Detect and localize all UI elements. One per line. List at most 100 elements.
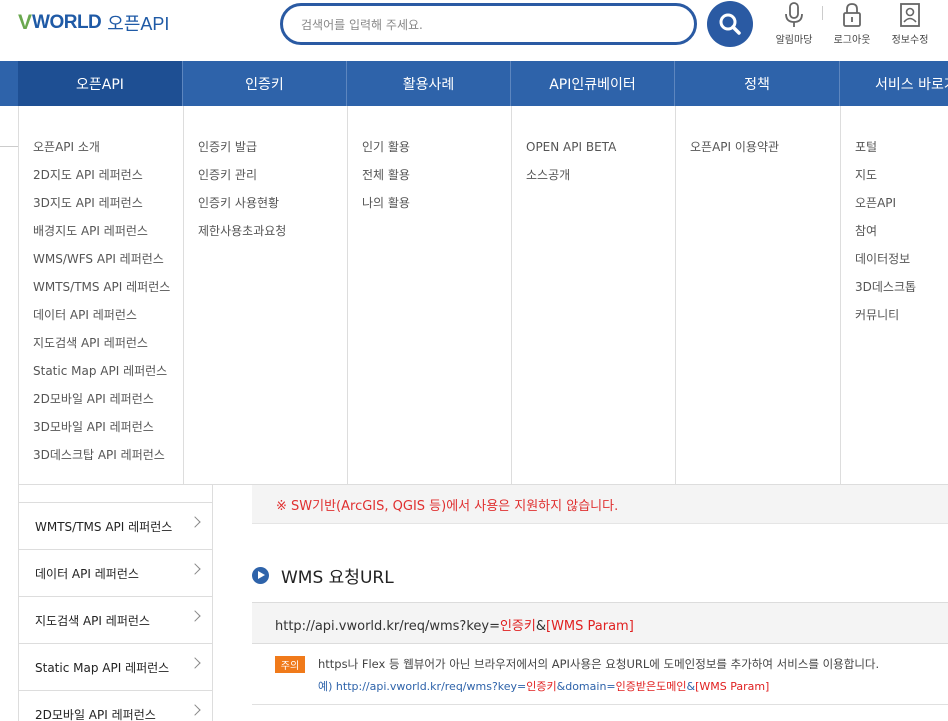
warning-box: ※ SW기반(ArcGIS, QGIS 등)에서 사용은 지원하지 않습니다. [252,485,948,524]
lock-icon [843,3,861,27]
menu-all-use[interactable]: 전체 활용 [348,167,511,195]
menu-my-use[interactable]: 나의 활용 [348,195,511,223]
nav-service-shortcut[interactable]: 서비스 바로가기 [840,61,948,106]
chevron-right-icon [189,563,201,575]
mega-col-services: 포털 지도 오픈API 참여 데이터정보 3D데스크톱 커뮤니티 [841,106,948,485]
divider [0,146,18,147]
mega-col-openapi: 오픈API 소개 2D지도 API 레퍼런스 3D지도 API 레퍼런스 배경지… [19,106,184,485]
url-param: [WMS Param] [546,619,634,634]
mega-col-auth-key: 인증키 발급 인증키 관리 인증키 사용현황 제한사용초과요청 [184,106,348,485]
nav-openapi[interactable]: 오픈API [18,61,183,106]
menu-key-issue[interactable]: 인증키 발급 [184,139,347,167]
profile-edit-button[interactable]: 정보수정 [884,0,936,48]
chevron-right-icon [189,610,201,622]
sidebar-item-label: 지도검색 API 레퍼런스 [35,613,150,628]
url-prefix: http://api.vworld.kr/req/wms?key= [275,619,500,634]
example-amp: & [686,680,696,693]
search-button[interactable] [707,1,753,47]
menu-3d-map-api[interactable]: 3D지도 API 레퍼런스 [19,195,183,223]
menu-key-manage[interactable]: 인증키 관리 [184,167,347,195]
menu-key-usage[interactable]: 인증키 사용현황 [184,195,347,223]
search-input[interactable] [301,15,681,35]
sidebar-item-label: Static Map API 레퍼런스 [35,660,170,675]
menu-open-source[interactable]: 소스공개 [512,167,675,195]
mega-menu: 오픈API 소개 2D지도 API 레퍼런스 3D지도 API 레퍼런스 배경지… [18,106,948,485]
menu-data-api[interactable]: 데이터 API 레퍼런스 [19,307,183,335]
caution-badge: 주의 [275,656,305,673]
mega-col-policy: 오픈API 이용약관 [676,106,841,485]
sidebar-item-label: 데이터 API 레퍼런스 [35,566,139,581]
logout-button[interactable]: 로그아웃 [826,0,878,48]
menu-openapi[interactable]: 오픈API [841,195,948,223]
sidebar-item-2d-mobile[interactable]: 2D모바일 API 레퍼런스 [19,690,213,721]
menu-3d-desktop[interactable]: 3D데스크톱 [841,279,948,307]
warning-text: ※ SW기반(ArcGIS, QGIS 등)에서 사용은 지원하지 않습니다. [276,499,619,514]
vworld-logo[interactable]: V WORLD 오픈API [18,8,169,38]
section-title-text: WMS 요청URL [281,567,394,588]
caution-example: 예) http://api.vworld.kr/req/wms?key=인증키&… [318,678,769,694]
menu-search-api[interactable]: 지도검색 API 레퍼런스 [19,335,183,363]
search-icon [719,13,741,35]
menu-2d-mobile-api[interactable]: 2D모바일 API 레퍼런스 [19,391,183,419]
menu-3d-mobile-api[interactable]: 3D모바일 API 레퍼런스 [19,419,183,447]
nav-api-incubator[interactable]: API인큐베이터 [511,61,675,106]
menu-portal[interactable]: 포털 [841,139,948,167]
menu-3d-desktop-api[interactable]: 3D데스크탑 API 레퍼런스 [19,447,183,475]
sidebar-item-static-map[interactable]: Static Map API 레퍼런스 [19,643,213,690]
sidebar-item-label: WMTS/TMS API 레퍼런스 [35,519,173,534]
search-box [280,3,697,45]
menu-popular-use[interactable]: 인기 활용 [348,139,511,167]
example-prefix: 예) http://api.vworld.kr/req/wms?key= [318,680,527,693]
menu-limit-exceed-request[interactable]: 제한사용초과요청 [184,223,347,251]
menu-openapi-beta[interactable]: OPEN API BETA [512,139,675,167]
header: VWORLD오픈API 알림마당 로그아웃 정보수정 [0,0,948,61]
menu-map[interactable]: 지도 [841,167,948,195]
microphone-icon [785,2,803,27]
chevron-right-icon [189,657,201,669]
menu-static-map-api[interactable]: Static Map API 레퍼런스 [19,363,183,391]
menu-2d-map-api[interactable]: 2D지도 API 레퍼런스 [19,167,183,195]
menu-base-map-api[interactable]: 배경지도 API 레퍼런스 [19,223,183,251]
menu-data-info[interactable]: 데이터정보 [841,251,948,279]
menu-openapi-intro[interactable]: 오픈API 소개 [19,139,183,167]
chevron-right-icon [189,516,201,528]
example-key: 인증키 [526,680,557,693]
sidebar-item-search-api[interactable]: 지도검색 API 레퍼런스 [19,596,213,643]
caution-text: https나 Flex 등 웹뷰어가 아닌 브라우저에서의 API사용은 요청U… [318,657,880,671]
user-profile-icon [900,3,920,27]
example-domain: 인증받은도메인 [615,680,687,693]
section-title: WMS 요청URL [252,563,394,588]
menu-terms-of-use[interactable]: 오픈API 이용약관 [676,139,840,167]
mega-col-incubator: OPEN API BETA 소스공개 [512,106,676,485]
divider [252,704,948,705]
request-url: http://api.vworld.kr/req/wms?key=인증키&[WM… [275,615,634,634]
profile-edit-label: 정보수정 [891,35,929,46]
chevron-right-icon [189,704,201,716]
notice-label: 알림마당 [775,35,813,46]
logo-world: WORLD [32,12,102,33]
nav-auth-key[interactable]: 인증키 [183,61,347,106]
menu-wms-wfs-api[interactable]: WMS/WFS API 레퍼런스 [19,251,183,279]
request-url-box: http://api.vworld.kr/req/wms?key=인증키&[WM… [252,602,948,644]
nav-policy[interactable]: 정책 [675,61,840,106]
menu-community[interactable]: 커뮤니티 [841,307,948,335]
logo-openapi-text: 오픈API [107,14,170,34]
sidebar-item-wmts-tms[interactable]: WMTS/TMS API 레퍼런스 [19,502,213,549]
nav-use-cases[interactable]: 활용사례 [347,61,511,106]
play-bullet-icon [252,566,269,584]
sidebar: WMTS/TMS API 레퍼런스 데이터 API 레퍼런스 지도검색 API … [18,485,213,721]
sidebar-item-data-api[interactable]: 데이터 API 레퍼런스 [19,549,213,596]
example-mid: &domain= [556,680,616,693]
header-divider [822,6,823,20]
sidebar-item-label: 2D모바일 API 레퍼런스 [35,707,156,721]
url-key: 인증키 [499,619,536,634]
mega-col-use-cases: 인기 활용 전체 활용 나의 활용 [348,106,512,485]
example-param: [WMS Param] [695,680,770,693]
notice-button[interactable]: 알림마당 [768,0,820,48]
url-amp: & [535,619,546,634]
global-nav: 오픈API 인증키 활용사례 API인큐베이터 정책 서비스 바로가기 [0,61,948,106]
logo-v: V [18,11,33,34]
menu-participation[interactable]: 참여 [841,223,948,251]
logout-label: 로그아웃 [833,35,871,46]
menu-wmts-tms-api[interactable]: WMTS/TMS API 레퍼런스 [19,279,183,307]
